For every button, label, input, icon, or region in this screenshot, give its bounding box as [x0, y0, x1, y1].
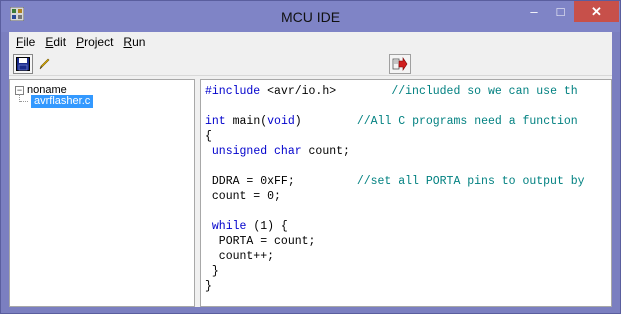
code-comment: //set all PORTA pins to output by — [356, 175, 585, 188]
code-line: while (1) { — [205, 219, 585, 234]
code-token: <avr/io.h> — [260, 85, 392, 98]
code-token: DDRA = 0xFF; — [205, 175, 357, 188]
code-line — [205, 204, 585, 219]
menu-project[interactable]: Project — [71, 35, 118, 49]
code-line: { — [205, 129, 585, 144]
code-token: } — [205, 265, 219, 278]
save-button[interactable] — [13, 54, 33, 74]
code-line: PORTA = count; — [205, 234, 585, 249]
minimize-icon: – — [530, 4, 538, 19]
code-line: DDRA = 0xFF; //set all PORTA pins to out… — [205, 174, 585, 189]
code-line: } — [205, 279, 585, 294]
tree-connector-horizontal — [20, 101, 28, 102]
code-comment: //included so we can use th — [391, 85, 578, 98]
menu-file[interactable]: File — [11, 35, 40, 49]
code-token: count; — [301, 145, 350, 158]
edit-button[interactable] — [34, 54, 54, 74]
code-keyword: void — [267, 115, 295, 128]
save-icon — [16, 57, 30, 71]
menu-edit[interactable]: Edit — [40, 35, 71, 49]
code-line — [205, 99, 585, 114]
ide-window: MCU IDE – □ ✕ File Edit Project Run − no… — [0, 0, 621, 314]
code-editor[interactable]: #include <avr/io.h> //included so we can… — [200, 79, 612, 307]
close-button[interactable]: ✕ — [574, 1, 619, 22]
code-keyword: int — [205, 115, 226, 128]
tree-file-item[interactable]: avrflasher.c — [31, 95, 94, 108]
code-keyword: while — [211, 220, 247, 233]
title-bar[interactable]: MCU IDE – □ ✕ — [1, 1, 620, 32]
run-button[interactable] — [389, 54, 411, 74]
close-icon: ✕ — [591, 3, 602, 19]
toolbar — [9, 51, 612, 76]
project-tree[interactable]: − noname avrflasher.c — [9, 79, 195, 307]
minimize-button[interactable]: – — [521, 1, 547, 22]
run-arrow-icon — [392, 57, 408, 71]
code-token: { — [205, 130, 212, 143]
menu-run[interactable]: Run — [118, 35, 150, 49]
code-line: } — [205, 264, 585, 279]
code-keyword: #include — [205, 85, 261, 98]
code-token: count++; — [205, 250, 275, 263]
maximize-button[interactable]: □ — [547, 1, 574, 22]
code-line: #include <avr/io.h> //included so we can… — [205, 84, 585, 99]
code-keyword: unsigned char — [211, 145, 302, 158]
code-line: int main(void) //All C programs need a f… — [205, 114, 585, 129]
menu-bar: File Edit Project Run — [9, 32, 612, 51]
code-comment: //All C programs need a function — [356, 115, 578, 128]
code-token: PORTA = count; — [205, 235, 316, 248]
window-bottom-border — [9, 307, 612, 313]
code-text[interactable]: #include <avr/io.h> //included so we can… — [205, 84, 585, 294]
code-line: count = 0; — [205, 189, 585, 204]
code-line — [205, 159, 585, 174]
code-token: count = 0; — [205, 190, 281, 203]
code-token: main( — [225, 115, 268, 128]
code-token: } — [205, 280, 212, 293]
code-token: (1) { — [246, 220, 288, 233]
maximize-icon: □ — [556, 4, 565, 19]
code-line: count++; — [205, 249, 585, 264]
code-line: unsigned char count; — [205, 144, 585, 159]
pencil-icon — [39, 58, 50, 70]
code-token: ) — [294, 115, 357, 128]
